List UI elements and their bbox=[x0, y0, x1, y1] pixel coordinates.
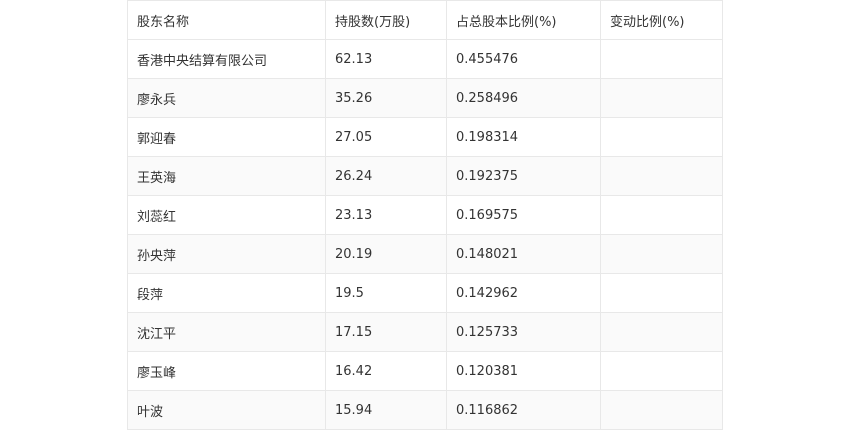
cell-share-ratio: 0.120381 bbox=[446, 351, 601, 391]
table-row: 香港中央结算有限公司 62.13 0.455476 bbox=[127, 39, 723, 79]
cell-shareholder-name: 孙央萍 bbox=[127, 234, 326, 274]
cell-change-ratio bbox=[600, 39, 723, 79]
cell-share-ratio: 0.148021 bbox=[446, 234, 601, 274]
table-row: 段萍 19.5 0.142962 bbox=[127, 273, 723, 313]
table-row: 孙央萍 20.19 0.148021 bbox=[127, 234, 723, 274]
cell-shareholder-name: 王英海 bbox=[127, 156, 326, 196]
cell-shares-held: 16.42 bbox=[325, 351, 447, 391]
cell-share-ratio: 0.169575 bbox=[446, 195, 601, 235]
cell-share-ratio: 0.116862 bbox=[446, 390, 601, 430]
shareholder-table: 股东名称 持股数(万股) 占总股本比例(%) 变动比例(%) 香港中央结算有限公… bbox=[127, 0, 723, 430]
cell-shareholder-name: 段萍 bbox=[127, 273, 326, 313]
cell-shareholder-name: 沈江平 bbox=[127, 312, 326, 352]
cell-change-ratio bbox=[600, 78, 723, 118]
cell-change-ratio bbox=[600, 234, 723, 274]
cell-shares-held: 62.13 bbox=[325, 39, 447, 79]
header-change-ratio: 变动比例(%) bbox=[600, 0, 723, 40]
cell-share-ratio: 0.198314 bbox=[446, 117, 601, 157]
cell-share-ratio: 0.455476 bbox=[446, 39, 601, 79]
cell-shareholder-name: 廖玉峰 bbox=[127, 351, 326, 391]
cell-change-ratio bbox=[600, 195, 723, 235]
table-row: 刘蕊红 23.13 0.169575 bbox=[127, 195, 723, 235]
cell-share-ratio: 0.192375 bbox=[446, 156, 601, 196]
cell-shareholder-name: 香港中央结算有限公司 bbox=[127, 39, 326, 79]
cell-change-ratio bbox=[600, 156, 723, 196]
cell-change-ratio bbox=[600, 117, 723, 157]
header-shares-held: 持股数(万股) bbox=[325, 0, 447, 40]
table-row: 廖玉峰 16.42 0.120381 bbox=[127, 351, 723, 391]
cell-shares-held: 15.94 bbox=[325, 390, 447, 430]
cell-shareholder-name: 廖永兵 bbox=[127, 78, 326, 118]
header-shareholder-name: 股东名称 bbox=[127, 0, 326, 40]
cell-share-ratio: 0.125733 bbox=[446, 312, 601, 352]
table-header-row: 股东名称 持股数(万股) 占总股本比例(%) 变动比例(%) bbox=[127, 0, 723, 40]
cell-shareholder-name: 郭迎春 bbox=[127, 117, 326, 157]
table-row: 廖永兵 35.26 0.258496 bbox=[127, 78, 723, 118]
table-row: 叶波 15.94 0.116862 bbox=[127, 390, 723, 430]
cell-shares-held: 27.05 bbox=[325, 117, 447, 157]
cell-shares-held: 23.13 bbox=[325, 195, 447, 235]
cell-change-ratio bbox=[600, 273, 723, 313]
cell-shareholder-name: 刘蕊红 bbox=[127, 195, 326, 235]
header-share-ratio: 占总股本比例(%) bbox=[446, 0, 601, 40]
cell-share-ratio: 0.258496 bbox=[446, 78, 601, 118]
cell-shares-held: 20.19 bbox=[325, 234, 447, 274]
cell-change-ratio bbox=[600, 351, 723, 391]
cell-shareholder-name: 叶波 bbox=[127, 390, 326, 430]
cell-shares-held: 19.5 bbox=[325, 273, 447, 313]
cell-shares-held: 35.26 bbox=[325, 78, 447, 118]
table-row: 王英海 26.24 0.192375 bbox=[127, 156, 723, 196]
cell-shares-held: 17.15 bbox=[325, 312, 447, 352]
cell-shares-held: 26.24 bbox=[325, 156, 447, 196]
cell-change-ratio bbox=[600, 312, 723, 352]
cell-share-ratio: 0.142962 bbox=[446, 273, 601, 313]
cell-change-ratio bbox=[600, 390, 723, 430]
table-row: 郭迎春 27.05 0.198314 bbox=[127, 117, 723, 157]
table-row: 沈江平 17.15 0.125733 bbox=[127, 312, 723, 352]
